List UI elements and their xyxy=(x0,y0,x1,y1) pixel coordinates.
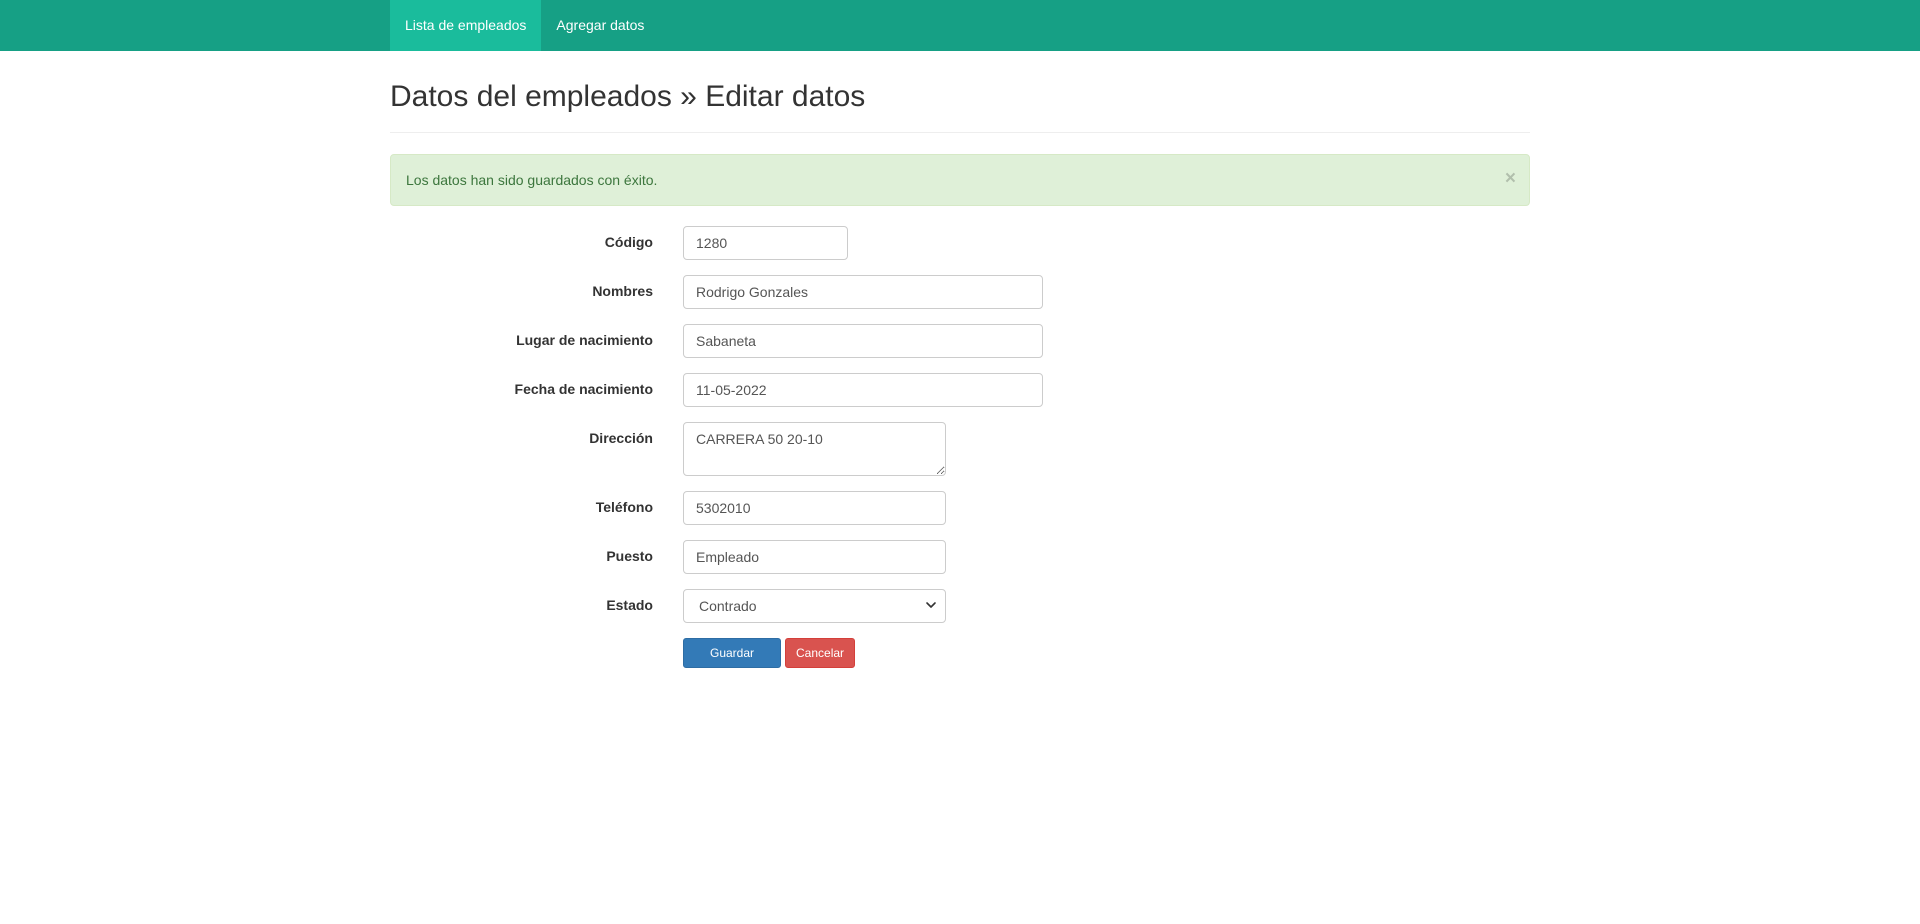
success-alert: Los datos han sido guardados con éxito. … xyxy=(390,154,1530,206)
close-icon[interactable]: × xyxy=(1505,155,1516,203)
nombres-input[interactable] xyxy=(683,275,1043,309)
puesto-label: Puesto xyxy=(606,548,653,564)
page-header: Datos del empleados » Editar datos xyxy=(390,76,1530,133)
lugar-nacimiento-input[interactable] xyxy=(683,324,1043,358)
estado-selected-value: Contrado xyxy=(699,598,757,614)
form-row-fecha-nacimiento: Fecha de nacimiento xyxy=(390,373,1530,407)
nav-item-lista-empleados[interactable]: Lista de empleados xyxy=(390,0,542,51)
fecha-nacimiento-label: Fecha de nacimiento xyxy=(514,381,653,397)
nombres-label: Nombres xyxy=(592,283,653,299)
form-row-telefono: Teléfono xyxy=(390,491,1530,525)
alert-message: Los datos han sido guardados con éxito. xyxy=(406,172,658,188)
form-row-puesto: Puesto xyxy=(390,540,1530,574)
nav-menu: Lista de empleados Agregar datos xyxy=(390,0,659,51)
form-row-estado: Estado Contrado xyxy=(390,589,1530,623)
codigo-input[interactable] xyxy=(683,226,848,260)
direccion-label: Dirección xyxy=(589,430,653,446)
form-row-direccion: Dirección CARRERA 50 20-10 xyxy=(390,422,1530,476)
telefono-label: Teléfono xyxy=(595,499,653,515)
form-row-codigo: Código xyxy=(390,226,1530,260)
top-navbar: Lista de empleados Agregar datos xyxy=(0,0,1920,51)
telefono-input[interactable] xyxy=(683,491,946,525)
form-row-lugar-nacimiento: Lugar de nacimiento xyxy=(390,324,1530,358)
lugar-nacimiento-label: Lugar de nacimiento xyxy=(516,332,653,348)
chevron-down-icon xyxy=(926,602,936,608)
form-row-nombres: Nombres xyxy=(390,275,1530,309)
cancel-button[interactable]: Cancelar xyxy=(785,638,855,668)
nav-item-agregar-datos[interactable]: Agregar datos xyxy=(541,0,659,51)
page-title: Datos del empleados » Editar datos xyxy=(390,80,866,113)
puesto-input[interactable] xyxy=(683,540,946,574)
codigo-label: Código xyxy=(604,234,653,250)
estado-select[interactable]: Contrado xyxy=(683,589,946,623)
save-button[interactable]: Guardar datos xyxy=(683,638,781,688)
estado-label: Estado xyxy=(606,597,653,613)
direccion-textarea[interactable]: CARRERA 50 20-10 xyxy=(683,422,946,476)
form-actions: Guardar datos Cancelar xyxy=(390,638,1530,688)
fecha-nacimiento-input[interactable] xyxy=(683,373,1043,407)
